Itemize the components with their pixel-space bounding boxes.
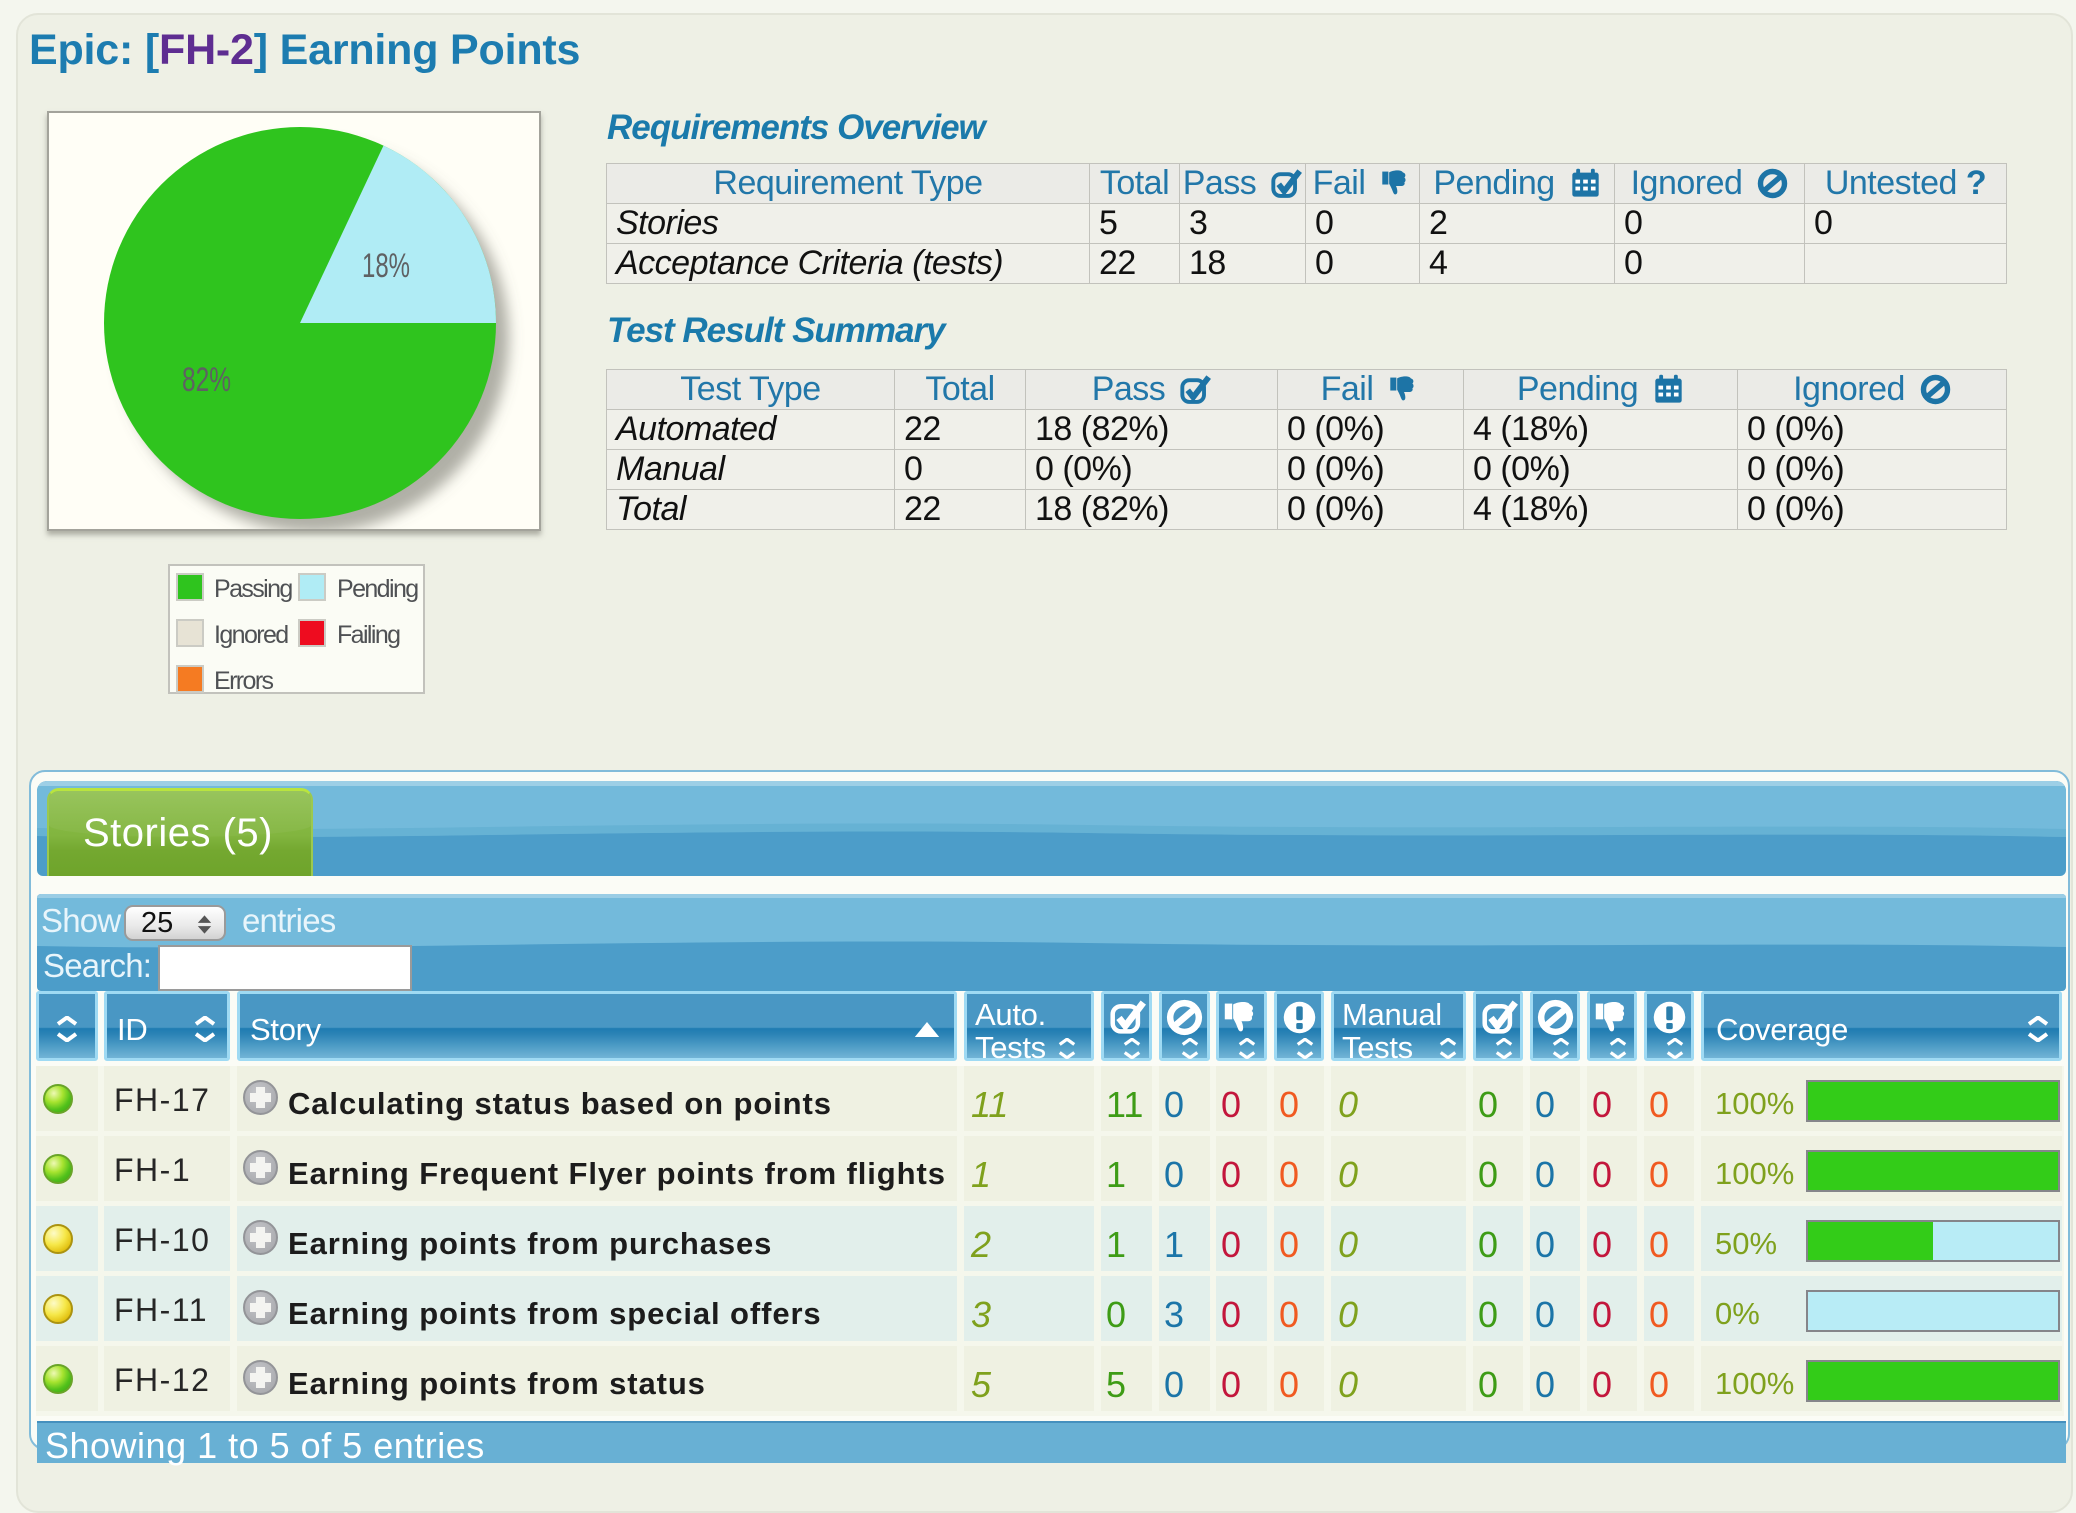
svg-text:82%: 82% <box>182 361 231 399</box>
svg-text:18%: 18% <box>362 247 410 285</box>
